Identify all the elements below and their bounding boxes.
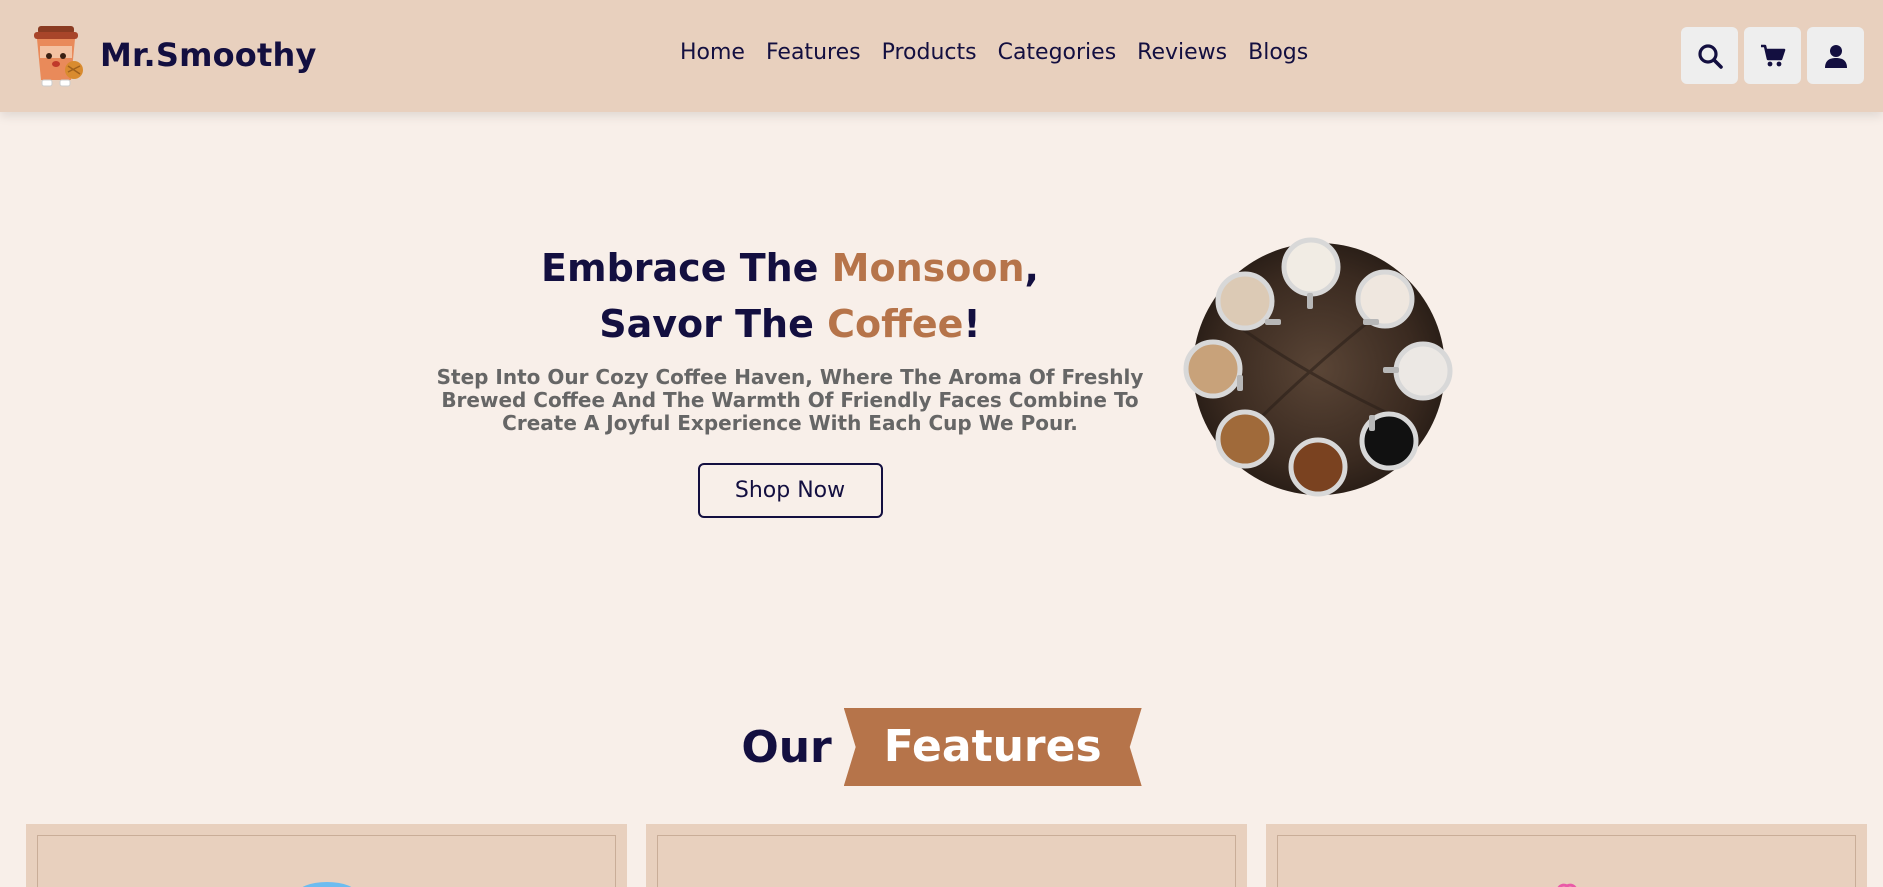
hero-title-text: , <box>1024 246 1039 290</box>
hero-title-text: Embrace The <box>541 246 832 290</box>
feature-image-icon <box>1556 883 1577 887</box>
user-icon <box>1824 44 1847 68</box>
shop-now-button[interactable]: Shop Now <box>697 463 883 518</box>
coffee-cup-mascot-icon <box>34 26 83 87</box>
nav-item-reviews[interactable]: Reviews <box>1137 40 1227 65</box>
feature-card <box>646 824 1247 887</box>
hero-title-accent: Monsoon <box>831 246 1025 290</box>
hero-title-text: ! <box>963 302 981 346</box>
hero-title-accent: Coffee <box>827 302 964 346</box>
hero-title-text: Savor The <box>599 302 828 346</box>
site-header: Mr.Smoothy Home Features Products Catego… <box>0 0 1883 112</box>
nav-item-home[interactable]: Home <box>680 40 745 65</box>
header-icons <box>1681 27 1864 84</box>
features-heading-ribbon: Features <box>843 708 1142 786</box>
features-heading: Our Features <box>0 708 1883 786</box>
cart-button[interactable] <box>1744 27 1801 84</box>
nav-item-categories[interactable]: Categories <box>998 40 1117 65</box>
main-nav: Home Features Products Categories Review… <box>680 40 1308 65</box>
brand-name[interactable]: Mr.Smoothy <box>100 36 317 74</box>
nav-item-products[interactable]: Products <box>882 40 977 65</box>
features-heading-plain: Our <box>741 721 832 773</box>
search-button[interactable] <box>1681 27 1738 84</box>
hero-title: Embrace The Monsoon, Savor The Coffee! <box>410 240 1170 352</box>
feature-card <box>26 824 627 887</box>
nav-item-blogs[interactable]: Blogs <box>1248 40 1308 65</box>
feature-cards <box>26 824 1867 887</box>
feature-card <box>1266 824 1867 887</box>
logo[interactable]: Mr.Smoothy <box>28 22 317 88</box>
card-border <box>657 835 1236 887</box>
feature-image-icon <box>302 882 351 887</box>
hero-description: Step Into Our Cozy Coffee Haven, Where T… <box>436 365 1144 435</box>
coffee-cups-on-round-table-image <box>1183 237 1453 497</box>
search-icon <box>1697 43 1723 69</box>
account-button[interactable] <box>1807 27 1864 84</box>
nav-item-features[interactable]: Features <box>766 40 861 65</box>
hero-section: Embrace The Monsoon, Savor The Coffee! S… <box>410 240 1170 518</box>
cart-icon <box>1760 44 1785 66</box>
